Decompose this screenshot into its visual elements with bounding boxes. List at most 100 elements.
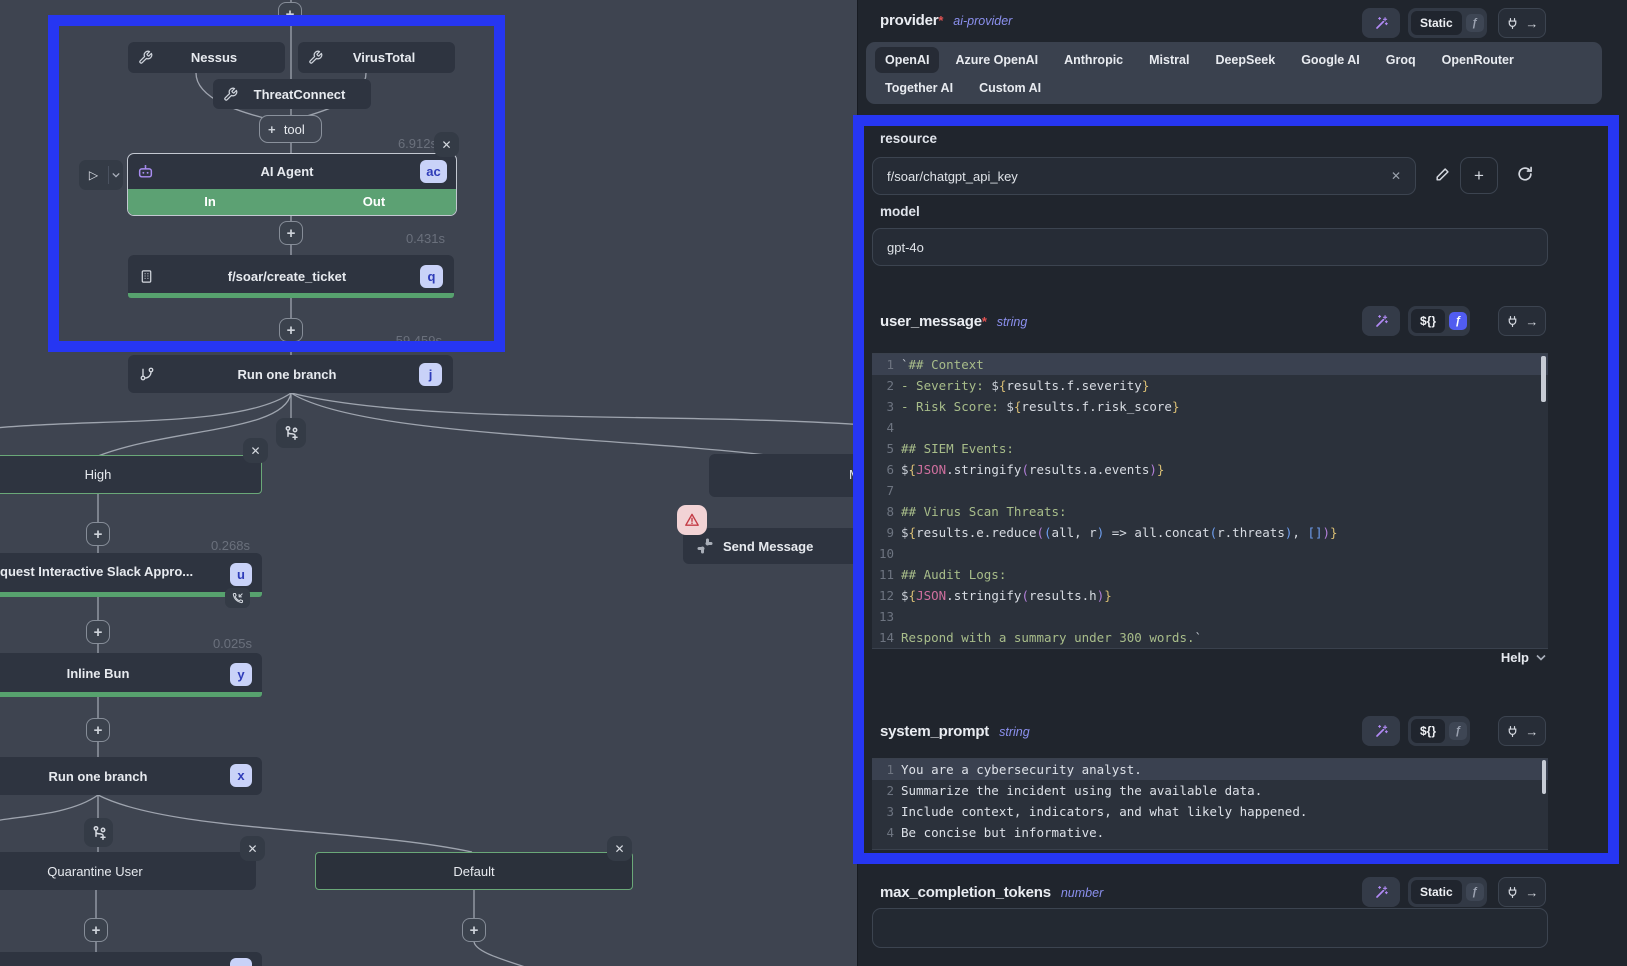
play-icon[interactable]: ▷ [79, 168, 108, 182]
add-step-connector[interactable]: + [279, 318, 303, 342]
arrow-right-icon[interactable]: → [1525, 885, 1538, 900]
connect-io-buttons[interactable]: → [1498, 8, 1546, 38]
branch-node-high[interactable]: High [0, 455, 262, 494]
provider-tab-deepseek[interactable]: DeepSeek [1205, 47, 1285, 73]
agent-out-tab[interactable]: Out [292, 189, 456, 215]
node-ai-agent[interactable]: AI Agent ac In Out [127, 153, 457, 216]
provider-tab-openrouter[interactable]: OpenRouter [1432, 47, 1524, 73]
mode-static-label[interactable]: Static [1411, 880, 1462, 904]
node-inline-bun[interactable]: Inline Bun y [0, 653, 262, 697]
help-label[interactable]: Help [1501, 650, 1529, 665]
provider-tab-google-ai[interactable]: Google AI [1291, 47, 1370, 73]
provider-tab-anthropic[interactable]: Anthropic [1054, 47, 1133, 73]
add-step-connector[interactable]: + [84, 918, 108, 942]
node-run-one-branch-2[interactable]: Run one branch x [0, 757, 262, 795]
plug-icon[interactable] [1506, 886, 1519, 899]
tool-handle-label: tool [276, 122, 313, 137]
refresh-icon[interactable] [1516, 165, 1534, 183]
code-line: 2- Severity: ${results.f.severity} [872, 375, 1548, 396]
close-icon[interactable]: ✕ [607, 836, 632, 861]
add-step-connector[interactable]: + [86, 522, 110, 546]
ai-autofill-button[interactable] [1362, 716, 1400, 746]
function-mode-icon[interactable]: ƒ [1466, 14, 1484, 32]
input-mode-toggle[interactable]: Static ƒ [1408, 877, 1487, 907]
model-input[interactable]: gpt-4o [872, 228, 1548, 266]
help-toggle[interactable]: Help [1362, 650, 1546, 665]
function-mode-icon[interactable]: ƒ [1449, 722, 1467, 740]
scrollbar-thumb[interactable] [1542, 760, 1546, 794]
tool-handle[interactable]: + tool [259, 115, 322, 143]
provider-tab-azure-openai[interactable]: Azure OpenAI [945, 47, 1048, 73]
node-label: VirusTotal [323, 50, 445, 65]
system-prompt-editor[interactable]: 1You are a cybersecurity analyst.2Summar… [872, 758, 1548, 850]
agent-in-tab[interactable]: In [128, 189, 292, 215]
provider-tab-openai[interactable]: OpenAI [875, 47, 939, 73]
add-step-connector[interactable]: + [86, 620, 110, 644]
robot-icon [137, 163, 154, 180]
clear-icon[interactable]: ✕ [1391, 169, 1401, 183]
provider-tab-groq[interactable]: Groq [1376, 47, 1426, 73]
node-run-one-branch-1[interactable]: Run one branch j [128, 355, 453, 393]
mode-static-label[interactable]: Static [1411, 11, 1462, 35]
function-mode-icon[interactable]: ƒ [1449, 312, 1467, 330]
branch-node-quarantine-user[interactable]: Quarantine User [0, 852, 256, 890]
provider-tab-custom-ai[interactable]: Custom AI [969, 75, 1051, 101]
add-step-connector[interactable]: + [86, 718, 110, 742]
connect-io-buttons[interactable]: → [1498, 877, 1546, 907]
node-label: Inline Bun [0, 666, 262, 681]
plug-icon[interactable] [1506, 17, 1519, 30]
ai-autofill-button[interactable] [1362, 877, 1400, 907]
max-tokens-input[interactable] [872, 908, 1548, 948]
ai-autofill-button[interactable] [1362, 306, 1400, 336]
connect-io-buttons[interactable]: → [1498, 306, 1546, 336]
scrollbar-thumb[interactable] [1541, 356, 1546, 402]
node-slack-approval[interactable]: quest Interactive Slack Appro... u [0, 553, 262, 597]
workflow-canvas[interactable]: + Nessus VirusTotal ThreatConnect + tool [0, 0, 858, 966]
arrow-right-icon[interactable]: → [1525, 314, 1538, 329]
function-mode-icon[interactable]: ƒ [1466, 883, 1484, 901]
resource-label: resource [880, 131, 937, 146]
field-user-message-header: user_message* string [880, 313, 1027, 330]
duration-label: 0.025s [162, 636, 252, 651]
add-step-connector[interactable]: + [462, 918, 486, 942]
node-create-ticket[interactable]: f/soar/create_ticket q [128, 255, 454, 298]
add-resource-button[interactable]: + [1460, 157, 1498, 194]
connect-io-buttons[interactable]: → [1498, 716, 1546, 746]
plug-icon[interactable] [1506, 315, 1519, 328]
close-icon[interactable]: ✕ [434, 132, 459, 157]
node-partial-bottom[interactable] [0, 952, 262, 966]
mode-expression-label[interactable]: ${} [1411, 719, 1445, 743]
add-step-connector[interactable]: + [279, 221, 303, 245]
field-name: max_completion_tokens [880, 884, 1051, 901]
chevron-down-icon[interactable] [109, 172, 123, 178]
ai-autofill-button[interactable] [1362, 8, 1400, 38]
input-mode-toggle[interactable]: ${} ƒ [1408, 716, 1470, 746]
warning-badge [677, 505, 707, 535]
input-mode-toggle[interactable]: Static ƒ [1408, 8, 1487, 38]
branch-node-default[interactable]: Default [315, 852, 633, 890]
provider-tab-mistral[interactable]: Mistral [1139, 47, 1199, 73]
provider-tab-together-ai[interactable]: Together AI [875, 75, 963, 101]
run-node-button-group[interactable]: ▷ [79, 160, 123, 190]
close-icon[interactable]: ✕ [243, 438, 268, 463]
add-branch-button[interactable] [84, 818, 113, 847]
edit-pencil-icon[interactable] [1434, 166, 1451, 183]
input-mode-toggle[interactable]: ${} ƒ [1408, 306, 1470, 336]
arrow-right-icon[interactable]: → [1525, 724, 1538, 739]
arrow-right-icon[interactable]: → [1525, 16, 1538, 31]
mode-expression-label[interactable]: ${} [1411, 309, 1445, 333]
plug-icon[interactable] [1506, 725, 1519, 738]
resource-input[interactable]: f/soar/chatgpt_api_key ✕ [872, 157, 1416, 195]
add-step-connector[interactable]: + [278, 2, 302, 26]
node-nessus[interactable]: Nessus [128, 42, 285, 73]
node-threatconnect[interactable]: ThreatConnect [213, 79, 371, 109]
node-send-message[interactable]: Send Message [683, 528, 858, 564]
wand-icon [1374, 724, 1389, 739]
close-icon[interactable]: ✕ [240, 836, 265, 861]
user-message-editor[interactable]: 1`## Context2- Severity: ${results.f.sev… [872, 353, 1548, 649]
node-label: Nessus [153, 50, 275, 65]
resource-value: f/soar/chatgpt_api_key [887, 169, 1391, 184]
branch-node-hidden[interactable]: M [709, 454, 858, 497]
add-branch-button[interactable] [276, 418, 306, 448]
node-virustotal[interactable]: VirusTotal [298, 42, 455, 73]
